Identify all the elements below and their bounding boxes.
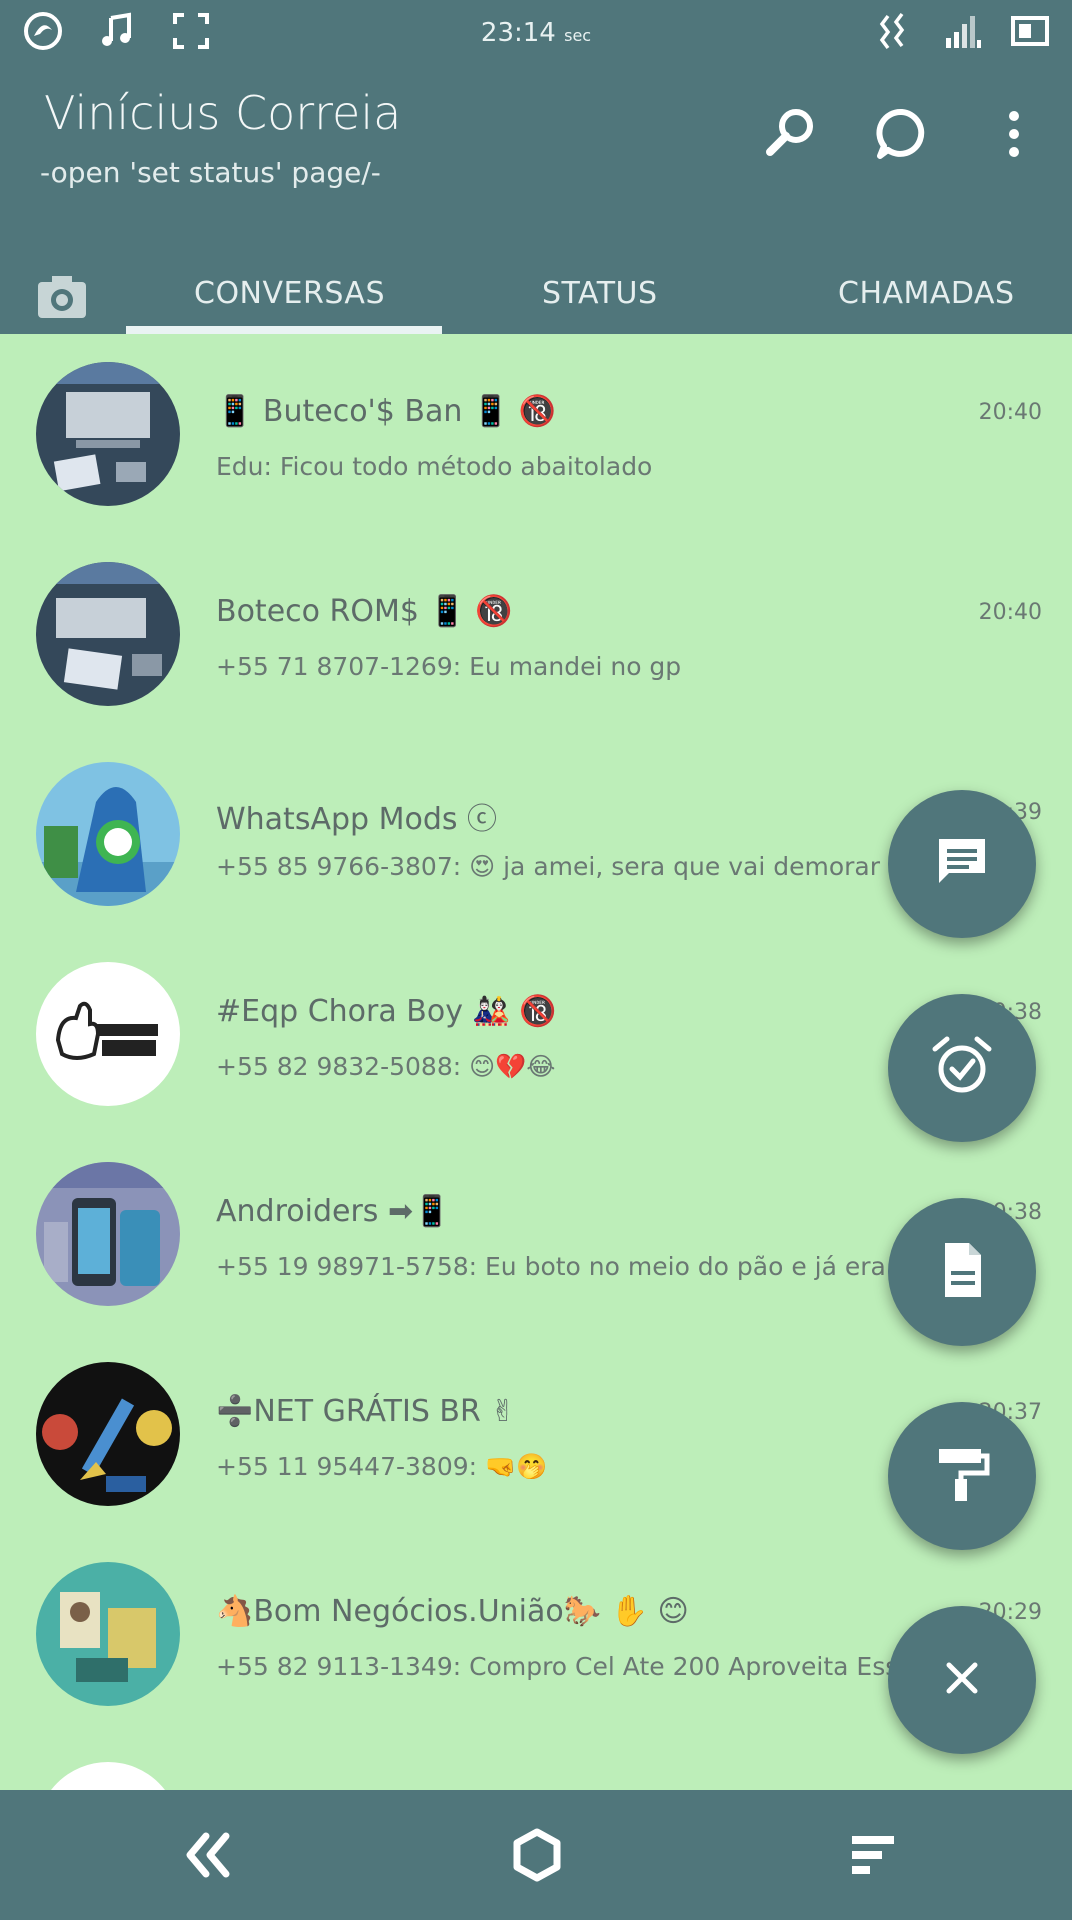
tab-bar: CONVERSAS STATUS CHAMADAS (0, 250, 1072, 334)
chat-bubble-icon[interactable] (872, 104, 932, 168)
chat-last-message: +55 71 8707-1269: Eu mandei no gp (216, 652, 682, 681)
chat-last-message: +55 85 9766-3807: 😍 ja amei, sera que va… (216, 852, 928, 881)
tab-indicator (126, 326, 442, 334)
theme-fab[interactable] (888, 1402, 1036, 1550)
chat-name: Androiders ➡📱 (216, 1194, 451, 1229)
chat-row[interactable]: Boteco ROM$ 📱 🔞 +55 71 8707-1269: Eu man… (0, 534, 1072, 734)
navigation-bar (0, 1790, 1072, 1920)
battery-icon (1010, 10, 1052, 56)
chat-avatar[interactable] (36, 962, 180, 1106)
chat-avatar[interactable] (36, 1562, 180, 1706)
tab-conversas[interactable]: CONVERSAS (194, 276, 385, 311)
chat-time: 20:40 (978, 600, 1042, 625)
chat-last-message: +55 11 95447-3809: 🤜🤭 (216, 1452, 548, 1481)
chat-avatar[interactable] (36, 362, 180, 506)
chat-avatar[interactable] (36, 1362, 180, 1506)
profile-status[interactable]: -open 'set status' page/- (40, 156, 381, 189)
chat-last-message: +55 82 9832-5088: 😊💔😂 (216, 1052, 556, 1081)
data-transfer-icon (874, 10, 916, 56)
paint-roller-icon (931, 1443, 993, 1509)
chat-avatar[interactable] (36, 1762, 180, 1790)
chat-last-message: +55 19 98971-5758: Eu boto no meio do pã… (216, 1252, 886, 1281)
camera-icon[interactable] (34, 268, 90, 324)
alarm-check-icon (931, 1035, 993, 1101)
message-icon (931, 831, 993, 897)
chat-name: ➗NET GRÁTIS BR ✌ (216, 1394, 516, 1429)
signal-icon (942, 10, 984, 56)
chat-time: 20:40 (978, 400, 1042, 425)
app-bar: Vinícius Correia -open 'set status' page… (0, 64, 1072, 334)
tab-chamadas[interactable]: CHAMADAS (838, 276, 1015, 311)
chat-name: 📱 Buteco'$ Ban 📱 🔞 (216, 394, 557, 429)
schedule-fab[interactable] (888, 994, 1036, 1142)
chat-last-message: Edu: Ficou todo método abaitolado (216, 452, 653, 481)
chat-name: #Eqp Chora Boy 🎎 🔞 (216, 994, 557, 1029)
home-icon[interactable] (504, 1822, 570, 1888)
profile-name[interactable]: Vinícius Correia (44, 86, 401, 140)
more-options-icon[interactable] (984, 104, 1044, 168)
chat-avatar[interactable] (36, 1162, 180, 1306)
chat-avatar[interactable] (36, 762, 180, 906)
chat-name: WhatsApp Mods ⓒ (216, 802, 498, 837)
recent-apps-icon[interactable] (840, 1822, 906, 1888)
chat-row[interactable]: 📱 Buteco'$ Ban 📱 🔞 Edu: Ficou todo métod… (0, 334, 1072, 534)
document-icon (931, 1239, 993, 1305)
status-bar: 23:14 sec (0, 0, 1072, 64)
tab-status[interactable]: STATUS (542, 276, 658, 311)
chat-avatar[interactable] (36, 562, 180, 706)
chat-name: Boteco ROM$ 📱 🔞 (216, 594, 513, 629)
chat-row[interactable] (0, 1734, 1072, 1790)
search-icon[interactable] (760, 104, 820, 168)
close-icon (931, 1647, 993, 1713)
back-icon[interactable] (176, 1822, 242, 1888)
document-fab[interactable] (888, 1198, 1036, 1346)
chat-last-message: +55 82 9113-1349: Compro Cel Ate 200 Apr… (216, 1652, 983, 1681)
chat-name: 🐴Bom Negócios.União🐎 ✋ 😊 (216, 1594, 689, 1629)
close-fab[interactable] (888, 1606, 1036, 1754)
new-chat-fab[interactable] (888, 790, 1036, 938)
